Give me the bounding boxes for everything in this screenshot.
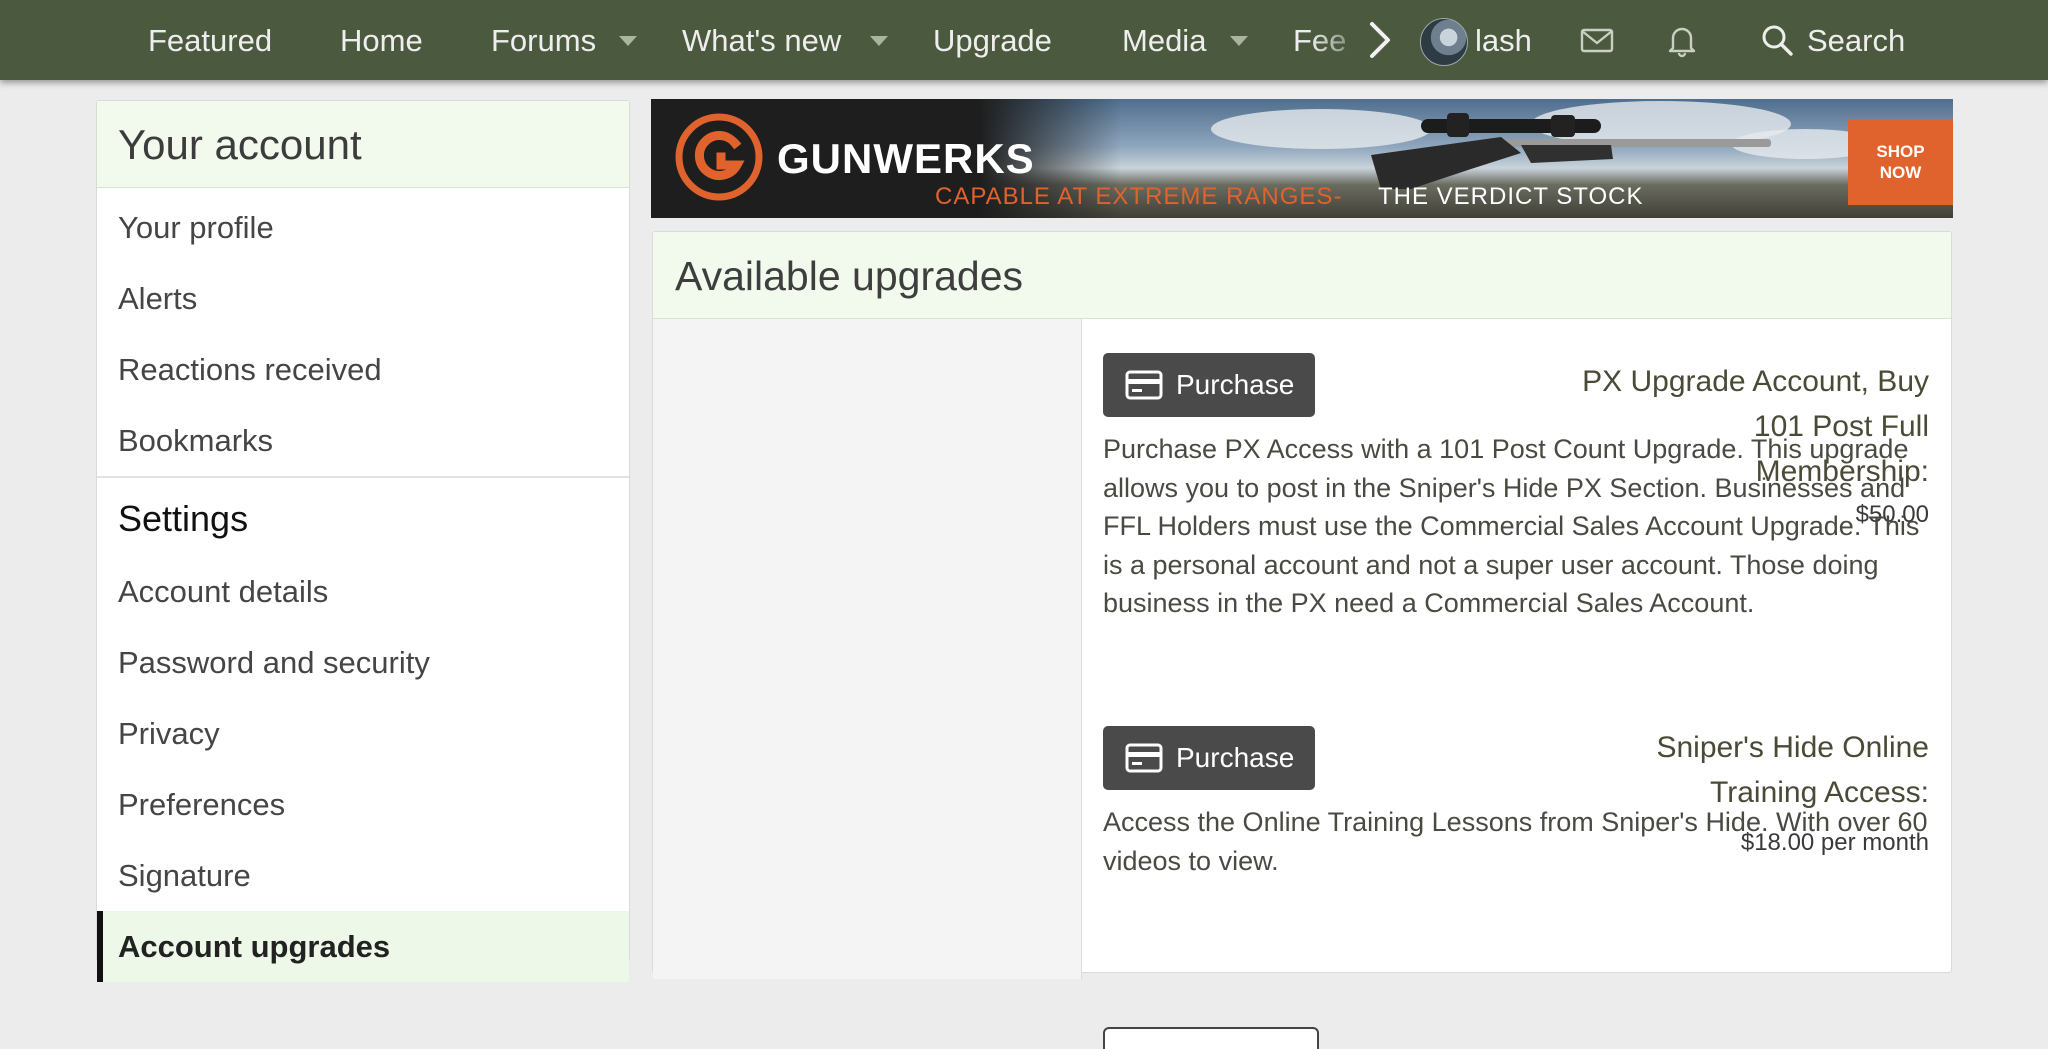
sidebar-item-reactions-received[interactable]: Reactions received (97, 334, 629, 405)
credit-card-icon (1125, 743, 1163, 773)
search-button-label[interactable]: Search (1807, 0, 1905, 80)
banner-tagline: CAPABLE AT EXTREME RANGES- (935, 183, 1343, 210)
purchase-button-label: Purchase (1176, 742, 1295, 773)
upgrade-description: Purchase PX Access with a 101 Post Count… (1103, 434, 1920, 619)
envelope-icon[interactable] (1579, 22, 1615, 58)
upgrades-list: PX Upgrade Account, Buy 101 Post Full Me… (653, 319, 1951, 1049)
sidebar-item-privacy[interactable]: Privacy (97, 698, 629, 769)
caret-down-icon[interactable] (619, 36, 637, 46)
gunwerks-banner-ad[interactable]: GUNWERKS CAPABLE AT EXTREME RANGES- THE … (651, 99, 1953, 218)
sidebar-item-signature[interactable]: Signature (97, 840, 629, 911)
avatar[interactable] (1420, 18, 1468, 66)
gunwerks-logo-icon (675, 113, 763, 201)
purchase-button-label: Purchase (1176, 369, 1295, 400)
purchase-button[interactable] (1103, 1027, 1319, 1049)
account-sidebar: Your account Your profile Alerts Reactio… (96, 100, 630, 982)
upgrade-title: Sniper's Hide Online Training Access: (1656, 725, 1929, 815)
nav-overflow-item[interactable]: Fee (1290, 0, 1420, 80)
shop-now-line2: NOW (1879, 163, 1922, 182)
search-icon[interactable] (1759, 22, 1795, 58)
upgrade-label-column (653, 319, 1082, 979)
nav-upgrade[interactable]: Upgrade (933, 0, 1052, 80)
chevron-right-icon[interactable] (1360, 18, 1400, 62)
caret-down-icon[interactable] (870, 36, 888, 46)
sidebar-item-bookmarks[interactable]: Bookmarks (97, 405, 629, 476)
upgrade-description: Access the Online Training Lessons from … (1103, 807, 1928, 876)
purchase-button[interactable]: Purchase (1103, 726, 1315, 790)
credit-card-icon (1125, 370, 1163, 400)
purchase-button[interactable]: Purchase (1103, 353, 1315, 417)
sidebar-item-preferences[interactable]: Preferences (97, 769, 629, 840)
upgrade-title-line: Sniper's Hide Online (1656, 731, 1929, 764)
sidebar-section-settings: Settings (118, 498, 249, 539)
banner-tagline-product: THE VERDICT STOCK (1378, 183, 1644, 210)
sidebar-item-account-details[interactable]: Account details (97, 556, 629, 627)
nav-whats-new[interactable]: What's new (682, 0, 841, 80)
nav-featured[interactable]: Featured (148, 0, 272, 80)
nav-username[interactable]: lash (1475, 0, 1532, 80)
bell-icon[interactable] (1664, 22, 1700, 58)
page-title: Available upgrades (653, 232, 1951, 319)
shop-now-line1: SHOP (1876, 142, 1925, 161)
sidebar-title: Your account (97, 101, 629, 188)
upgrade-title-line: PX Upgrade Account, Buy (1582, 365, 1929, 398)
nav-forums[interactable]: Forums (491, 0, 596, 80)
sidebar-item-your-profile[interactable]: Your profile (97, 192, 629, 263)
nav-media[interactable]: Media (1122, 0, 1206, 80)
rifle-image (1371, 113, 1771, 189)
available-upgrades-block: Available upgrades PX Upgrade Account, B… (652, 231, 1952, 1049)
sidebar-item-alerts[interactable]: Alerts (97, 263, 629, 334)
sidebar-item-password-security[interactable]: Password and security (97, 627, 629, 698)
shop-now-button[interactable]: SHOP NOW (1848, 119, 1953, 205)
sidebar-item-account-upgrades[interactable]: Account upgrades (97, 911, 629, 982)
banner-brand: GUNWERKS (777, 135, 1035, 182)
caret-down-icon[interactable] (1230, 36, 1248, 46)
top-navigation: Featured Home Forums What's new Upgrade … (0, 0, 2048, 80)
nav-home[interactable]: Home (340, 0, 423, 80)
